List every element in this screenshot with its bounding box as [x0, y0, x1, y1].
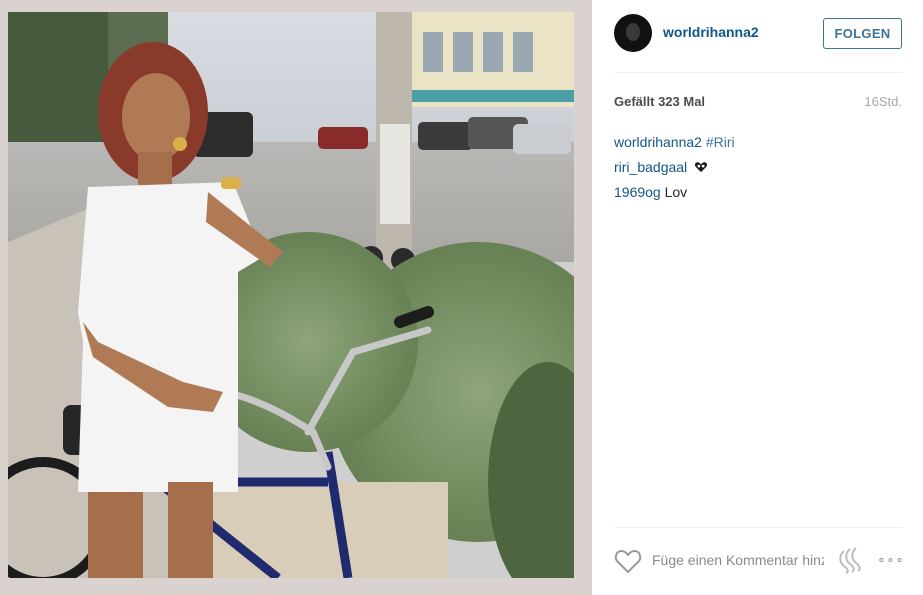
heart-eyes-emoji-icon [695, 162, 708, 173]
post-photo[interactable] [8, 12, 574, 578]
comment-text: Lov [664, 184, 688, 200]
photo-frame [0, 0, 592, 595]
comment-item: 1969og Lov [614, 180, 904, 205]
avatar[interactable] [614, 14, 652, 52]
post-timestamp[interactable]: 16Std. [864, 94, 902, 109]
follow-button[interactable]: FOLGEN [823, 18, 902, 49]
comment-author[interactable]: riri_badgaal [614, 159, 687, 175]
divider [614, 72, 902, 73]
comment-item: riri_badgaal [614, 155, 904, 180]
heart-icon[interactable] [614, 548, 642, 574]
comment-hashtag[interactable]: #Riri [706, 134, 735, 150]
post-details-panel: worldrihanna2 FOLGEN Gefällt 323 Mal 16S… [592, 0, 923, 595]
comment-item: worldrihanna2 #Riri [614, 130, 904, 155]
instagram-logo-icon[interactable] [836, 546, 864, 574]
avatar-face [626, 23, 640, 41]
comment-author[interactable]: 1969og [614, 184, 661, 200]
post-header: worldrihanna2 FOLGEN [592, 0, 923, 72]
post-photo-illustration [8, 12, 574, 578]
more-options-icon[interactable]: ∘∘∘ [876, 548, 906, 572]
post-actions: ∘∘∘ [592, 528, 923, 595]
comment-author[interactable]: worldrihanna2 [614, 134, 702, 150]
username-link[interactable]: worldrihanna2 [663, 24, 759, 40]
comment-input[interactable] [652, 549, 824, 571]
comments-list: worldrihanna2 #Riri riri_badgaal 1969og … [614, 130, 904, 205]
likes-count[interactable]: Gefällt 323 Mal [614, 94, 705, 109]
